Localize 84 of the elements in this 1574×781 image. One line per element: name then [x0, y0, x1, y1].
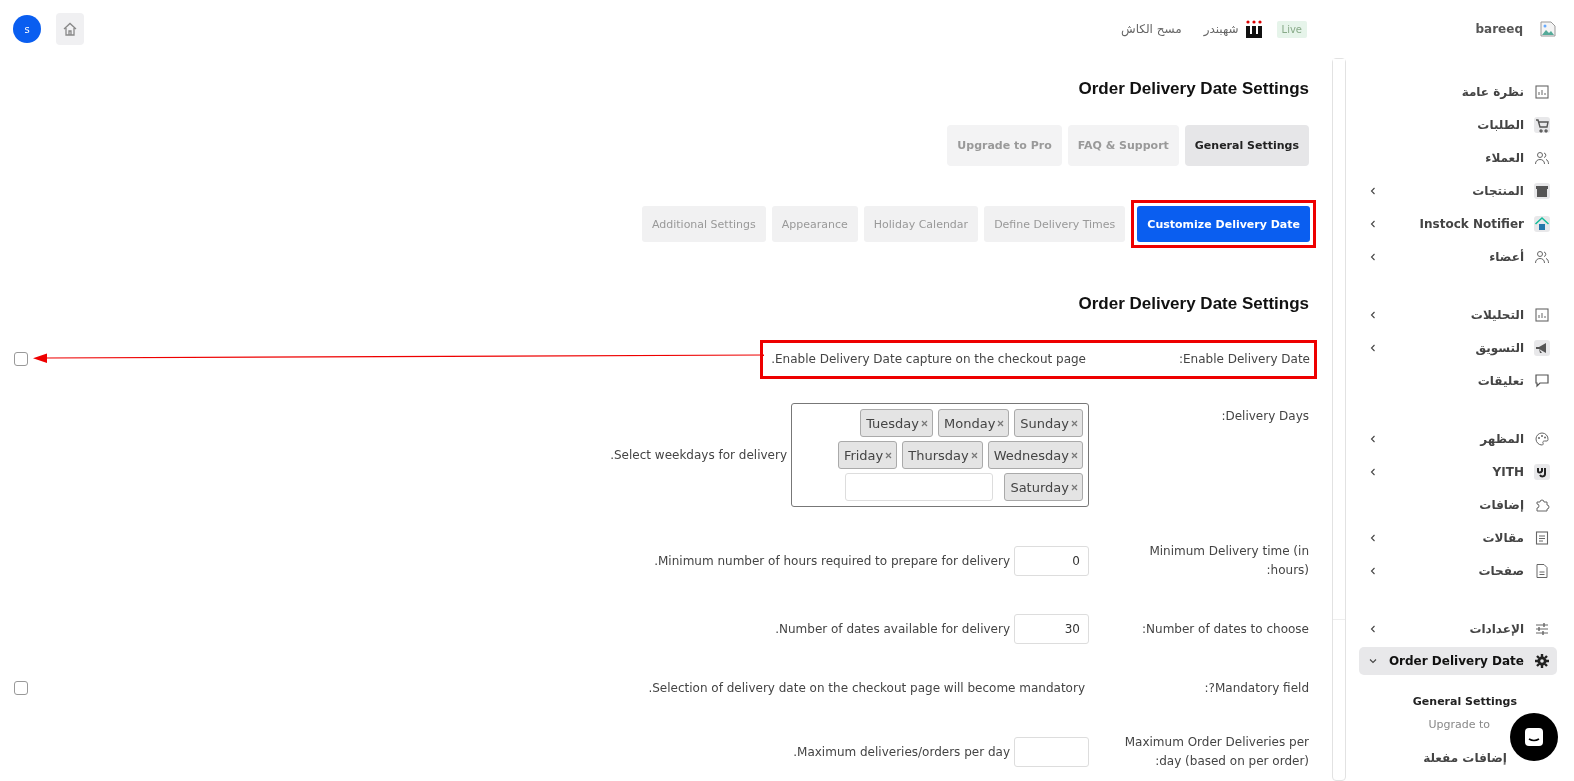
chat-button[interactable]	[1510, 713, 1558, 761]
sidebar-item[interactable]: الطلبات	[1359, 108, 1557, 141]
field-label: :Number of dates to choose	[1141, 620, 1309, 638]
field-description: .Minimum number of hours required to prepare for delivery	[654, 554, 1010, 568]
live-badge: Live	[1276, 20, 1307, 38]
page-icon	[1534, 562, 1550, 579]
sidebar-item[interactable]: إضافات	[1359, 488, 1557, 521]
field-description: .Selection of delivery date on the checkout page will become mandatory	[648, 681, 1085, 695]
sidebar-item[interactable]: YITH	[1359, 455, 1557, 488]
page-title: Order Delivery Date Settings	[1077, 79, 1309, 99]
site-name[interactable]: bareeq	[1475, 22, 1523, 36]
store-icon	[1534, 215, 1550, 232]
section-title: Order Delivery Date Settings	[1077, 294, 1309, 314]
number-field[interactable]: 0	[1014, 546, 1089, 576]
chart-icon	[1534, 83, 1550, 100]
sidebar-item[interactable]: نظرة عامة	[1359, 75, 1557, 108]
sidebar-item[interactable]: الإعدادات	[1359, 612, 1557, 645]
sidebar-item[interactable]: المنتجات	[1359, 174, 1557, 207]
submenu-item[interactable]: General Settings	[1412, 694, 1517, 710]
broken-image-icon	[1540, 21, 1556, 37]
chat-icon	[1524, 727, 1544, 747]
checkbox[interactable]	[14, 352, 28, 366]
field-description: .Maximum deliveries/orders per day	[793, 745, 1010, 759]
users-icon	[1534, 248, 1550, 265]
day-tag[interactable]: Wednesday	[987, 441, 1083, 469]
sidebar-item[interactable]: Order Delivery Date	[1359, 647, 1557, 675]
clear-cache-link[interactable]: مسح الكاش	[1121, 22, 1182, 36]
chat-icon	[1534, 372, 1550, 389]
settings-tab[interactable]: General Settings	[1184, 125, 1309, 166]
sliders-icon	[1534, 620, 1550, 637]
home-button[interactable]	[56, 13, 84, 45]
remove-icon[interactable]	[1071, 483, 1078, 491]
remove-icon[interactable]	[970, 451, 978, 459]
field-label: Maximum Order Deliveries per :day (based on per order)	[1123, 734, 1309, 770]
sidebar-item[interactable]: التسويق	[1359, 331, 1557, 364]
cart-icon	[1534, 116, 1550, 133]
sidebar-item[interactable]: تعليقات	[1359, 364, 1557, 397]
yith-icon	[1534, 463, 1550, 480]
field-description: .Enable Delivery Date capture on the checkout page	[771, 352, 1086, 366]
sidebar-item[interactable]: إضافات مفعلة	[1423, 741, 1507, 774]
number-field[interactable]: 30	[1014, 614, 1089, 644]
remove-icon[interactable]	[997, 419, 1005, 427]
users-icon	[1534, 149, 1550, 166]
sidebar-item[interactable]: العملاء	[1359, 141, 1557, 174]
palette-icon	[1534, 430, 1550, 447]
brand-logo-icon	[1244, 20, 1263, 38]
field-description: .Select weekdays for delivery	[610, 448, 787, 462]
day-tag[interactable]: Friday	[837, 441, 898, 469]
number-field[interactable]	[1014, 737, 1089, 767]
doc-icon	[1534, 529, 1550, 546]
tag-search-field[interactable]	[845, 473, 994, 501]
field-label: Minimum Delivery time (in :hours)	[1148, 543, 1309, 579]
megaphone-icon	[1534, 339, 1550, 356]
puzzle-icon	[1534, 496, 1550, 513]
day-tag[interactable]: Sunday	[1014, 409, 1083, 437]
submenu-item[interactable]: Upgrade to	[1428, 717, 1490, 733]
scrollbar[interactable]	[1332, 58, 1346, 781]
home-icon	[63, 22, 77, 36]
field-label: :Delivery Days	[1220, 408, 1309, 425]
remove-icon[interactable]	[1071, 451, 1078, 459]
day-tag[interactable]: Saturday	[1004, 473, 1083, 501]
remove-icon[interactable]	[885, 451, 893, 459]
sidebar-item[interactable]: صفحات	[1359, 554, 1557, 587]
sidebar-item[interactable]: مقالات	[1359, 521, 1557, 554]
sidebar-item[interactable]: Instock Notifier	[1359, 207, 1557, 240]
sidebar-item[interactable]: التحليلات	[1359, 298, 1557, 331]
checkbox[interactable]	[14, 681, 28, 695]
user-avatar[interactable]: s	[13, 15, 41, 43]
remove-icon[interactable]	[921, 419, 928, 427]
field-description: .Number of dates available for delivery	[775, 622, 1010, 636]
day-tag[interactable]: Thursday	[902, 441, 983, 469]
chart-icon	[1534, 306, 1550, 323]
box-icon	[1534, 182, 1550, 199]
sidebar-item[interactable]: المظهر	[1359, 422, 1557, 455]
field-label: :?Mandatory field	[1203, 679, 1309, 697]
brand-name: شهبندر	[1203, 22, 1239, 36]
day-tag[interactable]: Monday	[938, 409, 1010, 437]
multi-select-field[interactable]: Tuesday Monday Sunday Friday Thursday Wednesday Saturday	[791, 403, 1089, 507]
sidebar-item[interactable]: أعضاء	[1359, 240, 1557, 273]
gear-icon	[1534, 653, 1550, 669]
day-tag[interactable]: Tuesday	[860, 409, 933, 437]
remove-icon[interactable]	[1071, 419, 1078, 427]
section-tab[interactable]: Customize Delivery Date	[1137, 206, 1310, 242]
field-label: :Enable Delivery Date	[1177, 350, 1310, 368]
